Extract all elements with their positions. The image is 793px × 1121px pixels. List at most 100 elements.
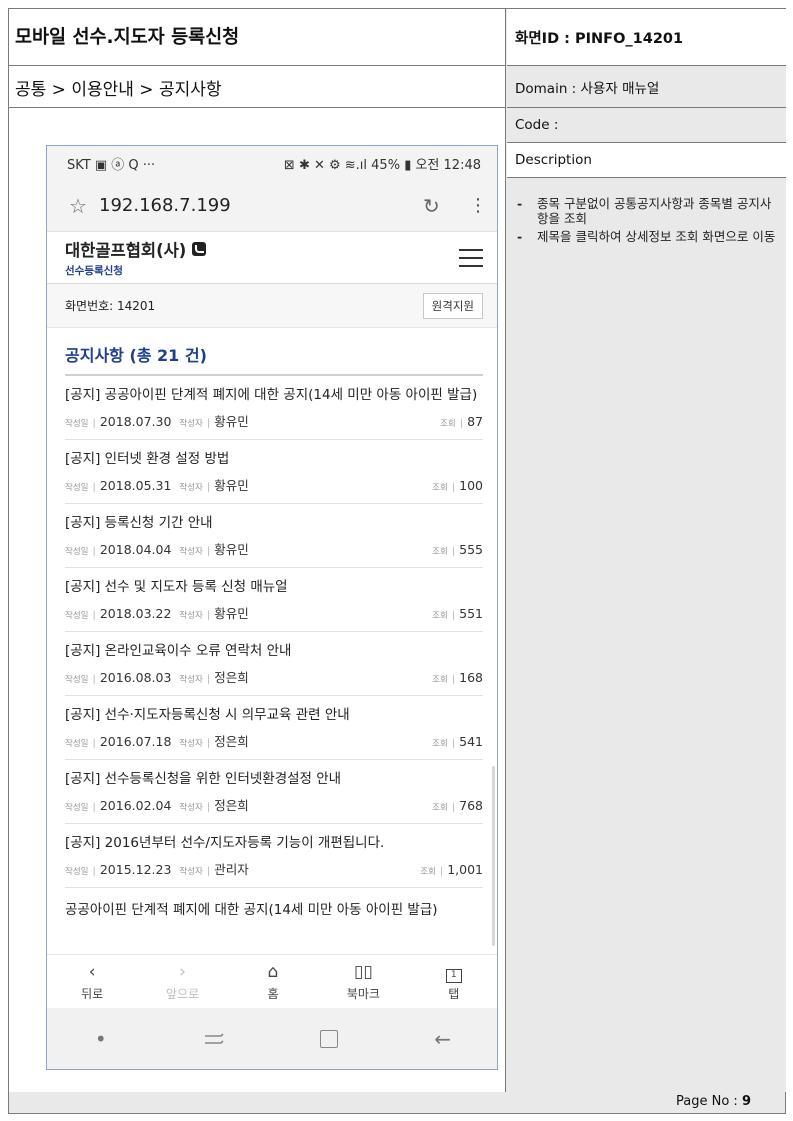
right-panel: 화면ID : PINFO_14201 Domain : 사용자 매뉴얼 Code… [507,9,786,1092]
author-label: 작성자 [179,867,203,877]
views-label: 조회 [420,867,436,877]
notice-item[interactable]: [공지] 2016년부터 선수/지도자등록 기능이 개편됩니다. 작성일 | 201… [65,824,483,888]
notice-item-truncated[interactable]: 공공아이핀 단계적 폐지에 대한 공지(14세 미만 아동 아이핀 발급) [65,888,483,918]
chevron-right-icon: › [179,961,186,982]
dot-indicator-icon: • [94,1027,107,1051]
notice-title[interactable]: [공지] 온라인교육이수 오류 연락처 안내 [65,642,483,661]
views-label: 조회 [432,803,448,813]
page-number: Page No : 9 [676,1094,751,1109]
star-icon[interactable]: ☆ [69,194,99,218]
notice-date: 2016.07.18 [99,734,172,749]
views-label: 조회 [432,611,448,621]
scrollbar-thumb[interactable] [492,766,495,946]
back-arrow-icon[interactable]: ← [434,1027,451,1051]
notice-views: 541 [459,734,483,749]
notice-item[interactable]: [공지] 선수·지도자등록신청 시 의무교육 관련 안내 작성일 | 2016.07… [65,696,483,760]
notice-title[interactable]: [공지] 인터넷 환경 설정 방법 [65,450,483,469]
notice-meta: 작성일 | 2018.04.04 작성자 | 황유민 조회 | 555 [65,542,483,557]
browser-url-bar[interactable]: ☆ 192.168.7.199 ↻ ⋮ [47,180,497,232]
nav-home-button[interactable]: ⌂ 홈 [238,955,308,1008]
screen-number-row: 화면번호: 14201 원격지원 [47,284,497,328]
views-label: 조회 [432,675,448,685]
nav-bookmark-button[interactable]: ▯▯ 북마크 [328,955,398,1008]
author-label: 작성자 [179,483,203,493]
views-label: 조회 [432,739,448,749]
screenshot-canvas: SKT ▣ ⓐ Q ··· ⊠ ✱ ✕ ⚙ ≋.ıl 45% ▮ 오전 12:4… [9,108,506,1092]
document-title: 모바일 선수.지도자 등록신청 [9,9,506,66]
code-row: Code : [507,108,786,143]
notice-author: 정은희 [214,734,249,749]
left-panel: 모바일 선수.지도자 등록신청 공통 > 이용안내 > 공지사항 SKT ▣ ⓐ… [9,9,506,1092]
notice-author: 황유민 [214,478,249,493]
date-label: 작성일 [65,547,89,557]
notice-title[interactable]: [공지] 선수·지도자등록신청 시 의무교육 관련 안내 [65,706,483,725]
site-name[interactable]: 대한골프협회(사) [65,237,207,261]
page-number-value: 9 [741,1094,751,1109]
author-label: 작성자 [179,803,203,813]
notice-title[interactable]: [공지] 공공아이핀 단계적 폐지에 대한 공지(14세 미만 아동 아이핀 발… [65,386,483,405]
notice-item[interactable]: [공지] 등록신청 기간 안내 작성일 | 2018.04.04 작성자 | 황유민 조… [65,504,483,568]
phone-icon[interactable] [192,242,207,256]
hamburger-menu-icon[interactable] [459,248,483,267]
notice-title[interactable]: [공지] 등록신청 기간 안내 [65,514,483,533]
author-label: 작성자 [179,675,203,685]
notice-date: 2018.04.04 [99,542,172,557]
nav-forward-label: 앞으로 [166,986,200,1001]
notice-date: 2018.03.22 [99,606,172,621]
description-item: 종목 구분없이 공통공지사항과 종목별 공지사항을 조회 [517,196,776,226]
notice-author: 황유민 [214,542,249,557]
screen-id: 화면ID : PINFO_14201 [507,9,786,66]
date-label: 작성일 [65,483,89,493]
tabs-count: 1 [445,968,462,983]
notice-views: 555 [459,542,483,557]
notice-date: 2015.12.23 [99,862,172,877]
url-text[interactable]: 192.168.7.199 [99,195,423,216]
notice-author: 정은희 [214,670,249,685]
phone-screen: SKT ▣ ⓐ Q ··· ⊠ ✱ ✕ ⚙ ≋.ıl 45% ▮ 오전 12:4… [46,145,498,1070]
nav-tabs-button[interactable]: 1 탭 [419,955,489,1008]
notice-date: 2016.02.04 [99,798,172,813]
notice-meta: 작성일 | 2018.07.30 작성자 | 황유민 조회 | 87 [65,414,483,429]
site-header: 대한골프협회(사) 선수등록신청 [47,232,497,284]
nav-back-button[interactable]: ‹ 뒤로 [57,955,127,1008]
notice-item[interactable]: [공지] 인터넷 환경 설정 방법 작성일 | 2018.05.31 작성자 | 황유민… [65,440,483,504]
notice-title[interactable]: [공지] 선수등록신청을 위한 인터넷환경설정 안내 [65,770,483,789]
author-label: 작성자 [179,419,203,429]
notice-meta: 작성일 | 2016.02.04 작성자 | 정은희 조회 | 768 [65,798,483,813]
home-square-icon[interactable] [320,1030,339,1048]
notice-item[interactable]: [공지] 선수 및 지도자 등록 신청 매뉴얼 작성일 | 2018.03.22 작… [65,568,483,632]
date-label: 작성일 [65,739,89,749]
views-label: 조회 [432,483,448,493]
notice-meta: 작성일 | 2015.12.23 작성자 | 관리자 조회 | 1,001 [65,862,483,877]
notice-item[interactable]: [공지] 공공아이핀 단계적 폐지에 대한 공지(14세 미만 아동 아이핀 발… [65,376,483,440]
nav-back-label: 뒤로 [81,986,104,1001]
notice-author: 정은희 [214,798,249,813]
notice-title[interactable]: [공지] 2016년부터 선수/지도자등록 기능이 개편됩니다. [65,834,483,853]
date-label: 작성일 [65,419,89,429]
views-label: 조회 [440,419,456,429]
notice-list-title: 공지사항 (총 21 건) [65,328,483,376]
date-label: 작성일 [65,867,89,877]
remote-support-button[interactable]: 원격지원 [422,292,483,319]
notice-meta: 작성일 | 2016.07.18 작성자 | 정은희 조회 | 541 [65,734,483,749]
manual-sheet: 모바일 선수.지도자 등록신청 공통 > 이용안내 > 공지사항 SKT ▣ ⓐ… [8,8,786,1114]
description-body: 종목 구분없이 공통공지사항과 종목별 공지사항을 조회 제목을 클릭하여 상세… [507,178,786,1092]
author-label: 작성자 [179,739,203,749]
notice-title[interactable]: [공지] 선수 및 지도자 등록 신청 매뉴얼 [65,578,483,597]
site-subtitle: 선수등록신청 [65,265,123,277]
chevron-left-icon: ‹ [88,961,96,982]
nav-forward-button[interactable]: › 앞으로 [148,955,218,1008]
description-label: Description [507,143,786,178]
screen-number: 화면번호: 14201 [65,299,156,313]
notice-item[interactable]: [공지] 선수등록신청을 위한 인터넷환경설정 안내 작성일 | 2016.02.0… [65,760,483,824]
notice-item[interactable]: [공지] 온라인교육이수 오류 연락처 안내 작성일 | 2016.08.03 작성… [65,632,483,696]
more-menu-icon[interactable]: ⋮ [469,195,487,216]
home-icon: ⌂ [267,961,279,982]
notice-date: 2016.08.03 [99,670,172,685]
description-item: 제목을 클릭하여 상세정보 조회 화면으로 이동 [517,229,776,244]
notice-date: 2018.05.31 [99,478,172,493]
notice-views: 1,001 [447,862,483,877]
reload-icon[interactable]: ↻ [423,194,469,218]
recent-apps-icon[interactable] [203,1029,225,1049]
date-label: 작성일 [65,803,89,813]
